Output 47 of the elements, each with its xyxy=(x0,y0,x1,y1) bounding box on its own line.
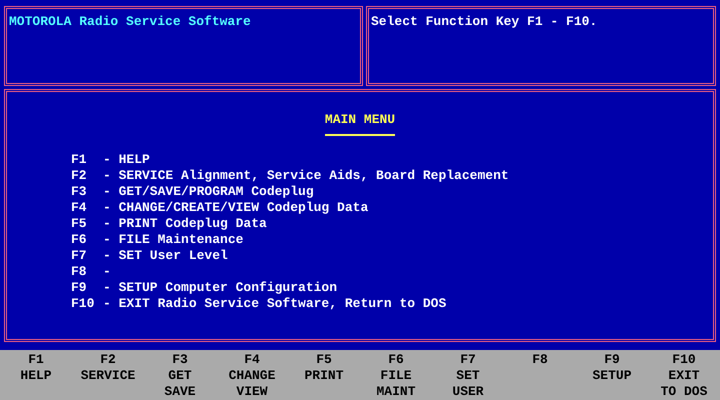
function-key-label[interactable]: F1 xyxy=(28,352,44,368)
menu-item[interactable]: - EXIT Radio Service Software, Return to DOS xyxy=(103,296,446,312)
menu-item[interactable]: - PRINT Codeplug Data xyxy=(103,216,267,232)
function-key-caption: GET xyxy=(168,368,192,384)
menu-key: F8 xyxy=(71,264,103,280)
menu-item[interactable]: - SET User Level xyxy=(103,248,228,264)
function-key-caption: TO DOS xyxy=(660,384,708,400)
menu-key: F2 xyxy=(71,168,103,184)
function-key-label[interactable]: F10 xyxy=(672,352,696,368)
function-key-label[interactable]: F3 xyxy=(172,352,188,368)
function-key-caption: USER xyxy=(452,384,484,400)
function-key-caption: VIEW xyxy=(236,384,268,400)
menu-item[interactable]: - HELP xyxy=(103,152,150,168)
function-key-label[interactable]: F2 xyxy=(100,352,116,368)
menu-key: F3 xyxy=(71,184,103,200)
menu-key: F10 xyxy=(71,296,103,312)
menu-key: F6 xyxy=(71,232,103,248)
function-key-caption: SETUP xyxy=(592,368,632,384)
function-key-label[interactable]: F7 xyxy=(460,352,476,368)
function-key-label[interactable]: F8 xyxy=(532,352,548,368)
function-key-caption: SET xyxy=(456,368,480,384)
function-key-caption: HELP xyxy=(20,368,52,384)
function-key-caption: FILE xyxy=(380,368,412,384)
function-key-caption: CHANGE xyxy=(228,368,276,384)
menu-key: F4 xyxy=(71,200,103,216)
function-key-label[interactable]: F5 xyxy=(316,352,332,368)
function-key-caption: EXIT xyxy=(668,368,700,384)
function-key-caption: SAVE xyxy=(164,384,196,400)
app-title: MOTOROLA Radio Service Software xyxy=(9,14,251,29)
menu-key: F5 xyxy=(71,216,103,232)
menu-item[interactable]: - GET/SAVE/PROGRAM Codeplug xyxy=(103,184,314,200)
menu-item[interactable]: - xyxy=(103,264,111,280)
menu-item[interactable]: - SERVICE Alignment, Service Aids, Board Replacement xyxy=(103,168,509,184)
menu-key: F9 xyxy=(71,280,103,296)
menu-item[interactable]: - FILE Maintenance xyxy=(103,232,244,248)
function-key-caption: SERVICE xyxy=(80,368,136,384)
function-key-label[interactable]: F9 xyxy=(604,352,620,368)
menu-item[interactable]: - CHANGE/CREATE/VIEW Codeplug Data xyxy=(103,200,368,216)
prompt-text: Select Function Key F1 - F10. xyxy=(371,14,598,29)
menu-item[interactable]: - SETUP Computer Configuration xyxy=(103,280,338,296)
function-key-caption: PRINT xyxy=(304,368,344,384)
menu-title: MAIN MENU xyxy=(324,112,396,136)
function-key-label[interactable]: F6 xyxy=(388,352,404,368)
function-key-label[interactable]: F4 xyxy=(244,352,260,368)
function-key-caption: MAINT xyxy=(376,384,416,400)
menu-key: F7 xyxy=(71,248,103,264)
menu-key: F1 xyxy=(71,152,103,168)
